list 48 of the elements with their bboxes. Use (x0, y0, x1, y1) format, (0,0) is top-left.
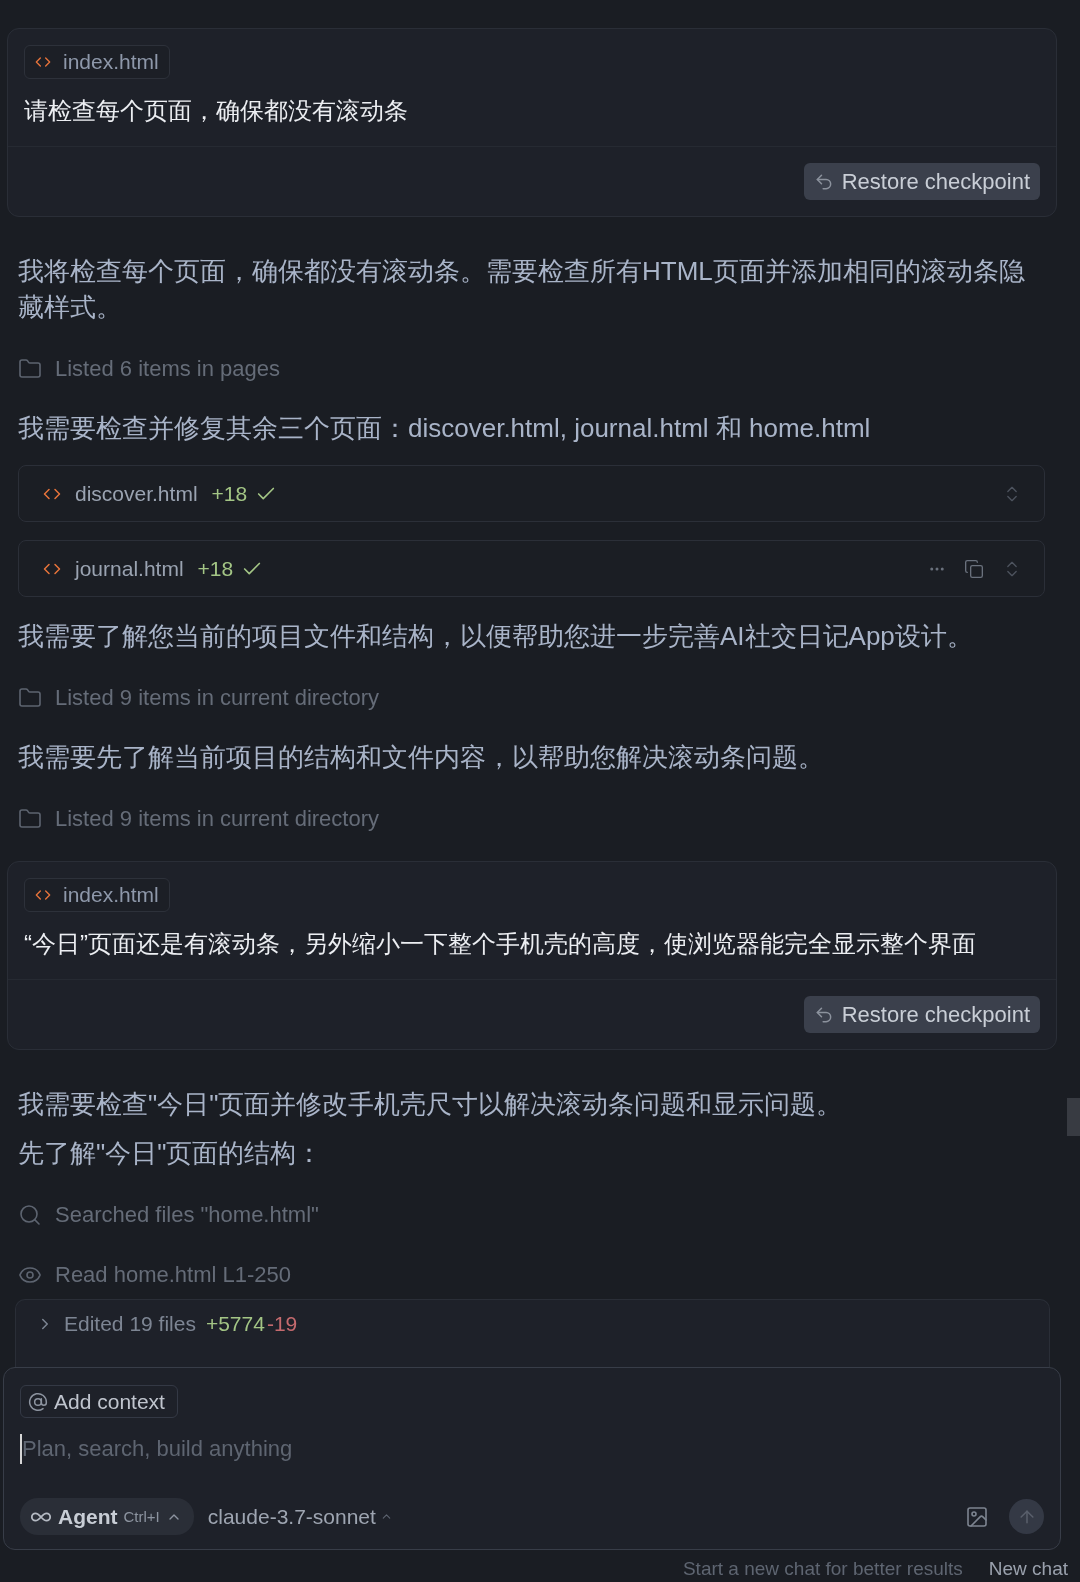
attachment-chip[interactable]: index.html (24, 45, 170, 79)
tool-call-text: Listed 9 items in current directory (55, 806, 380, 832)
code-icon (35, 887, 51, 903)
at-sign-icon (28, 1391, 48, 1412)
search-icon (18, 1203, 42, 1227)
text-cursor-icon (20, 1434, 22, 1464)
edits-summary-text: Edited 19 files (64, 1312, 196, 1336)
added-lines-count: +18 (197, 556, 234, 581)
tool-call-text: Listed 6 items in pages (55, 356, 281, 382)
hint-text: Start a new chat for better results (682, 1558, 963, 1580)
restore-checkpoint-button[interactable]: Restore checkpoint (803, 996, 1040, 1033)
folder-icon (18, 357, 42, 381)
message-input[interactable]: Plan, search, build anything (22, 1432, 1044, 1466)
folder-icon (18, 807, 42, 831)
file-edit-card[interactable]: discover.html +18 (18, 465, 1045, 522)
shortcut-hint: Ctrl+I (123, 1508, 160, 1525)
attachment-name: index.html (63, 50, 159, 74)
user-message-text: “今日”页面还是有滚动条，另外缩小一下整个手机壳的高度，使浏览器能完全显示整个界面 (24, 929, 976, 959)
added-lines-count: +18 (211, 481, 248, 506)
code-icon (35, 54, 51, 70)
user-message-text: 请检查每个页面，确保都没有滚动条 (24, 96, 408, 126)
send-button[interactable] (1009, 1499, 1044, 1534)
assistant-message-text: 先了解"今日"页面的结构： (18, 1137, 324, 1170)
restore-checkpoint-button[interactable]: Restore checkpoint (803, 163, 1040, 200)
tool-call-text: Read home.html L1-250 (55, 1262, 292, 1288)
tool-call-text: Searched files "home.html" (55, 1202, 319, 1228)
new-chat-link[interactable]: New chat (988, 1558, 1068, 1580)
edits-summary-bar[interactable]: Edited 19 files +5774-19 (15, 1299, 1050, 1367)
add-context-button[interactable]: Add context (20, 1385, 178, 1418)
attachment-chip[interactable]: index.html (24, 878, 170, 912)
assistant-message-text: 我需要检查并修复其余三个页面：discover.html, journal.html 和 home.html (18, 412, 872, 445)
assistant-message-text: 我需要了解您当前的项目文件和结构，以便帮助您进一步完善AI社交日记App设计。 (18, 620, 974, 653)
copy-icon[interactable] (964, 558, 984, 579)
tool-call-text: Listed 9 items in current directory (55, 685, 380, 711)
folder-icon (18, 686, 42, 710)
image-icon[interactable] (965, 1504, 989, 1529)
file-name: discover.html (75, 481, 198, 506)
removed-lines-count: -19 (266, 1312, 298, 1336)
file-edit-card[interactable]: journal.html +18 (18, 540, 1045, 597)
assistant-message-text: 我需要检查"今日"页面并修改手机壳尺寸以解决滚动条问题和显示问题。 (18, 1088, 844, 1121)
file-name: journal.html (75, 556, 184, 581)
added-lines-count: +5774 (205, 1312, 265, 1336)
assistant-message-text: 我需要先了解当前项目的结构和文件内容，以帮助您解决滚动条问题。 (18, 741, 825, 774)
agent-mode-label: Agent (58, 1504, 118, 1529)
scrollbar-thumb[interactable] (1067, 1098, 1080, 1136)
agent-mode-button[interactable]: Agent Ctrl+I (20, 1498, 194, 1535)
attachment-name: index.html (63, 883, 159, 907)
assistant-message-text: 我将检查每个页面，确保都没有滚动条。需要检查所有HTML页面并添加相同的滚动条隐藏样式。 (18, 255, 1026, 324)
